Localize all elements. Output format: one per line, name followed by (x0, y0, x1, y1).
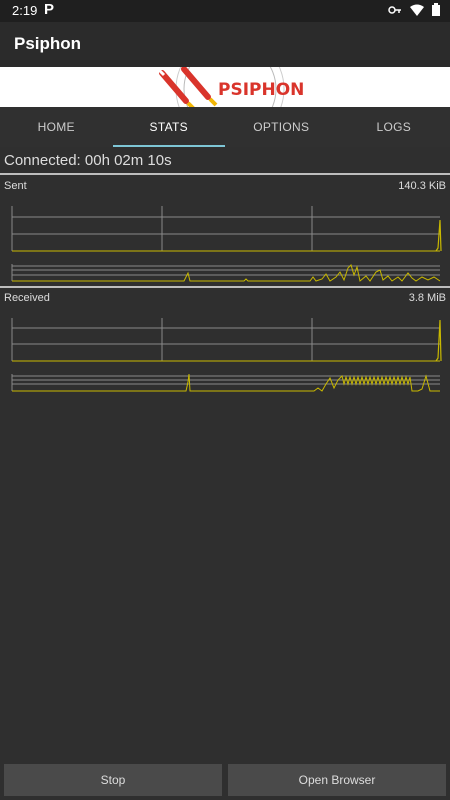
battery-icon (432, 3, 440, 16)
connection-status: Connected: 00h 02m 10s (4, 152, 172, 169)
tab-logs[interactable]: LOGS (338, 107, 450, 147)
tab-stats[interactable]: STATS (112, 107, 226, 147)
tab-options[interactable]: OPTIONS (225, 107, 338, 147)
sent-label: Sent (4, 180, 27, 192)
app-title: Psiphon (14, 34, 82, 53)
tab-bar: HOME STATS OPTIONS LOGS (0, 107, 450, 147)
received-label: Received (4, 292, 50, 304)
received-value: 3.8 MiB (408, 292, 446, 304)
status-bar: 2:19 P (0, 0, 450, 22)
received-graph (11, 318, 442, 392)
app-bar: Psiphon (0, 22, 450, 67)
tab-home[interactable]: HOME (0, 107, 113, 147)
status-time: 2:19 (12, 3, 38, 18)
logo-text: PSIPHON (218, 80, 304, 100)
sent-value: 140.3 KiB (398, 180, 446, 192)
bottom-button-bar: Stop Open Browser (0, 764, 450, 798)
stop-button[interactable]: Stop (4, 764, 222, 796)
psiphon-notification-icon: P (44, 1, 55, 18)
vpn-key-icon (388, 5, 401, 14)
wifi-icon (410, 4, 424, 16)
divider-2 (0, 286, 450, 288)
open-browser-button[interactable]: Open Browser (228, 764, 446, 796)
psiphon-banner[interactable]: PSIPHON (0, 67, 450, 107)
divider (0, 173, 450, 175)
sent-graph (11, 206, 442, 282)
rocket-icon-2 (181, 67, 218, 107)
psiphon-logo: PSIPHON (156, 67, 304, 107)
